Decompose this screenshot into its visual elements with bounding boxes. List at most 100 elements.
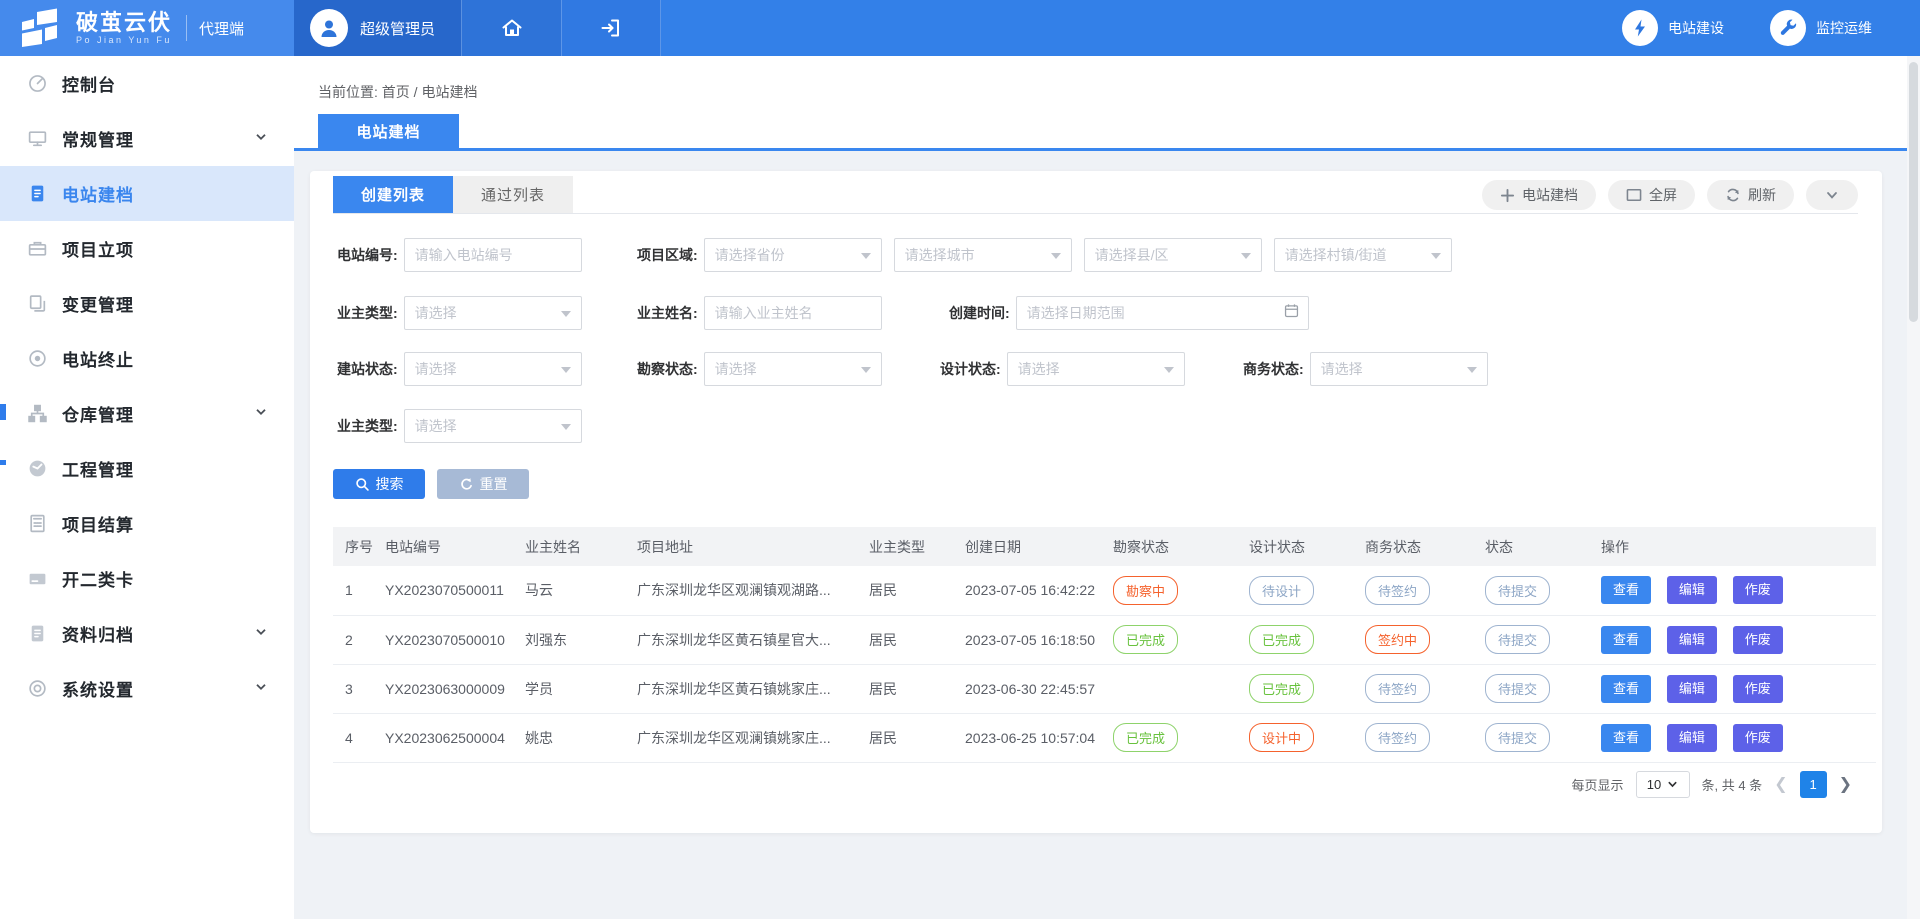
chevron-down-icon [254,404,268,423]
fullscreen-button[interactable]: 全屏 [1608,180,1695,210]
design-status-select[interactable]: 请选择 [1007,352,1185,386]
sidebar-item-label: 变更管理 [62,291,134,316]
col-header: 电站编号 [379,527,519,566]
sidebar-item-console[interactable]: 控制台 [0,56,294,111]
void-button[interactable]: 作废 [1733,576,1783,604]
sidebar-item-label: 项目结算 [62,511,134,536]
caret-down-icon [1467,367,1477,373]
nav-station-construction[interactable]: 电站建设 [1622,10,1724,46]
cell-owner: 马云 [519,566,631,615]
refresh-button[interactable]: 刷新 [1707,180,1794,210]
vertical-scrollbar[interactable] [1907,56,1920,919]
copy-icon [26,293,48,315]
stop-circle-icon [26,348,48,370]
stations-table: 序号 电站编号 业主姓名 项目地址 业主类型 创建日期 勘察状态 设计状态 商务… [333,527,1876,763]
page-size-value: 10 [1647,777,1661,792]
nav-monitoring-ops[interactable]: 监控运维 [1770,10,1872,46]
logout-button[interactable] [561,0,661,56]
status-badge: 已完成 [1249,625,1314,654]
view-button[interactable]: 查看 [1601,675,1651,703]
filter-station-code: 电站编号: [337,238,582,272]
sidebar-item-general-management[interactable]: 常规管理 [0,111,294,166]
cell-created: 2023-07-05 16:42:22 [959,566,1107,615]
sidebar-item-station-termination[interactable]: 电站终止 [0,331,294,386]
page-size-select[interactable]: 10 [1636,771,1690,798]
toolbar-divider [333,213,1858,214]
select-placeholder: 请选择 [1018,359,1060,379]
page-tab-station-archive[interactable]: 电站建档 [318,114,459,148]
edit-button[interactable]: 编辑 [1667,675,1717,703]
cell-type: 居民 [863,664,959,713]
sidebar-item-data-archive[interactable]: 资料归档 [0,606,294,661]
table-header-row: 序号 电站编号 业主姓名 项目地址 业主类型 创建日期 勘察状态 设计状态 商务… [333,527,1876,566]
view-button[interactable]: 查看 [1601,576,1651,604]
cell-code: YX2023062500004 [379,713,519,762]
tab-create-list[interactable]: 创建列表 [333,176,453,213]
search-button[interactable]: 搜索 [333,469,425,499]
chevron-down-icon [254,129,268,148]
sidebar-item-project-settlement[interactable]: 项目结算 [0,496,294,551]
owner-type-select[interactable]: 请选择 [404,296,582,330]
archive-icon [26,623,48,645]
prev-page-button[interactable]: ❮ [1774,777,1787,793]
breadcrumb-home-link[interactable]: 首页 [382,84,410,100]
edit-button[interactable]: 编辑 [1667,576,1717,604]
sidebar-item-label: 资料归档 [62,621,134,646]
town-select[interactable]: 请选择村镇/街道 [1274,238,1452,272]
filter-label: 商务状态: [1243,359,1304,379]
create-station-button[interactable]: 电站建档 [1482,180,1596,210]
gauge-icon [26,458,48,480]
sidebar-item-station-archive[interactable]: 电站建档 [0,166,294,221]
chevron-down-icon [1667,779,1678,790]
caret-down-icon [1241,253,1251,259]
chevron-down-icon [1825,188,1839,202]
void-button[interactable]: 作废 [1733,626,1783,654]
sidebar-item-type2-card[interactable]: 开二类卡 [0,551,294,606]
status-badge: 待签约 [1365,674,1430,703]
city-select[interactable]: 请选择城市 [894,238,1072,272]
filter-design-status: 设计状态: 请选择 [940,352,1185,386]
view-button[interactable]: 查看 [1601,626,1651,654]
business-status-select[interactable]: 请选择 [1310,352,1488,386]
cell-code: YX2023070500011 [379,566,519,615]
void-button[interactable]: 作废 [1733,675,1783,703]
sidebar-scroll-marker[interactable] [0,460,6,465]
sidebar-item-project-initiation[interactable]: 项目立项 [0,221,294,276]
date-range-input[interactable] [1017,297,1308,329]
tab-passed-list[interactable]: 通过列表 [453,176,573,213]
owner-type-2-select[interactable]: 请选择 [404,409,582,443]
build-status-select[interactable]: 请选择 [404,352,582,386]
cell-address: 广东深圳龙华区黄石镇姚家庄... [631,664,863,713]
home-button[interactable] [461,0,561,56]
content-card: 创建列表 通过列表 电站建档 全屏 刷新 [310,171,1882,833]
county-select[interactable]: 请选择县/区 [1084,238,1262,272]
sidebar-item-warehouse[interactable]: 仓库管理 [0,386,294,441]
sidebar-item-engineering[interactable]: 工程管理 [0,441,294,496]
view-button[interactable]: 查看 [1601,724,1651,752]
monitor-icon [26,128,48,150]
station-code-input[interactable] [405,239,581,271]
calendar-icon[interactable] [1283,302,1300,324]
next-page-button[interactable]: ❯ [1839,777,1852,793]
user-block[interactable]: 超级管理员 [294,0,461,56]
reset-button[interactable]: 重置 [437,469,529,499]
cell-created: 2023-07-05 16:18:50 [959,615,1107,664]
filter-row-4: 业主类型: 请选择 [310,409,1882,443]
edit-button[interactable]: 编辑 [1667,626,1717,654]
owner-name-input[interactable] [705,297,881,329]
sidebar-item-change-management[interactable]: 变更管理 [0,276,294,331]
nav-label: 监控运维 [1816,18,1872,38]
province-select[interactable]: 请选择省份 [704,238,882,272]
edit-button[interactable]: 编辑 [1667,724,1717,752]
scrollbar-thumb[interactable] [1909,62,1918,322]
collapse-toolbar-button[interactable] [1806,180,1858,210]
void-button[interactable]: 作废 [1733,724,1783,752]
sidebar-scroll-marker[interactable] [0,404,6,420]
page-number-current[interactable]: 1 [1800,771,1827,798]
cell-no: 3 [333,664,379,713]
sidebar-item-system-settings[interactable]: 系统设置 [0,661,294,716]
select-placeholder: 请选择村镇/街道 [1285,245,1387,265]
caret-down-icon [861,367,871,373]
survey-status-select[interactable]: 请选择 [704,352,882,386]
app-screen: 破茧云伏 Po Jian Yun Fu 代理端 超级管理员 [0,0,1920,919]
